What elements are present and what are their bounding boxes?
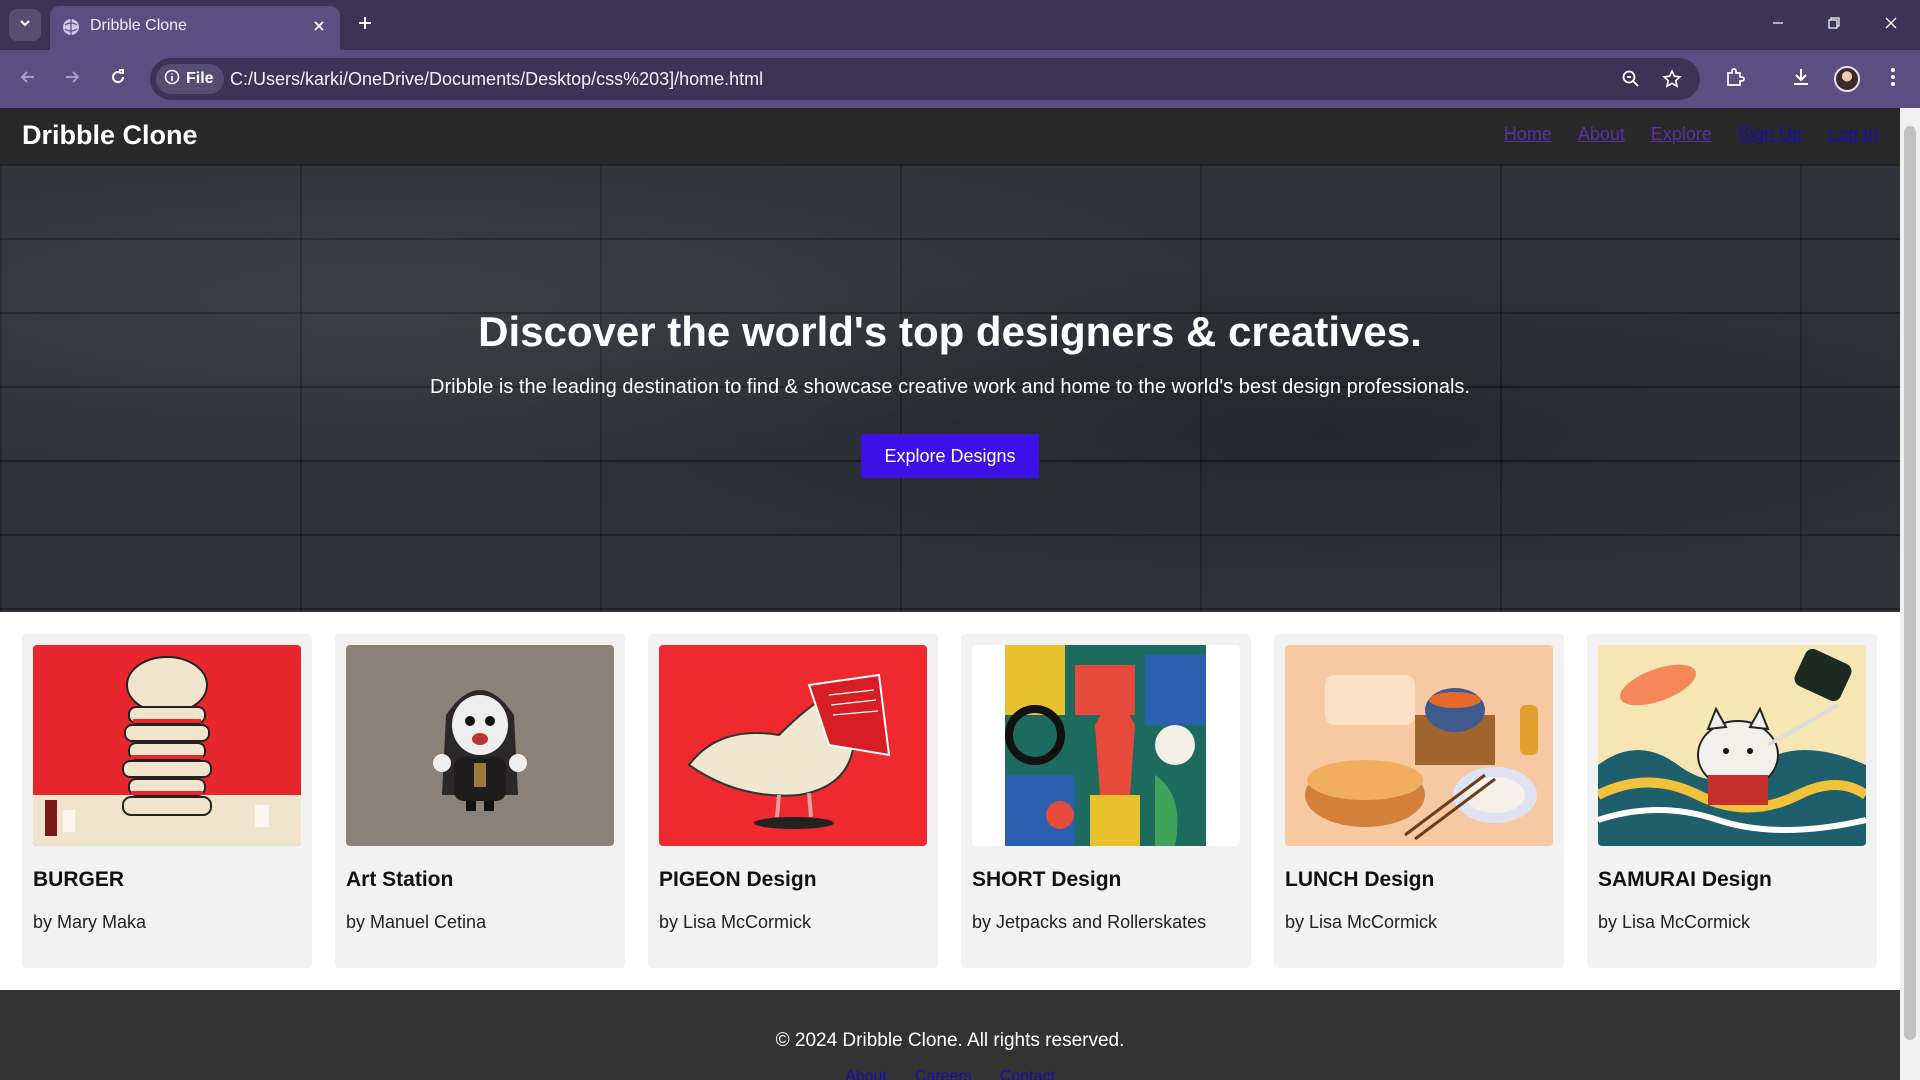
nav-link-explore[interactable]: Explore [1651,124,1712,145]
profile-avatar[interactable] [1834,66,1860,92]
download-icon [1790,66,1812,93]
globe-icon [62,18,80,36]
reload-button[interactable] [103,64,133,94]
star-icon[interactable] [1660,67,1684,91]
design-card[interactable]: LUNCH Design by Lisa McCormick [1274,634,1564,968]
page-viewport: Dribble Clone Home About Explore Sign Up… [0,108,1900,1080]
chevron-down-icon [18,16,32,35]
footer-links: About Careers Contact [0,1068,1900,1080]
nun-character-artwork[interactable] [346,645,614,846]
samurai-cat-artwork[interactable] [1598,645,1866,846]
hero-subtitle: Dribble is the leading destination to fi… [430,376,1470,398]
nav-link-home[interactable]: Home [1504,124,1552,145]
browser-menu-button[interactable] [1878,64,1908,94]
site-footer: © 2024 Dribble Clone. All rights reserve… [0,990,1900,1080]
puzzle-icon [1724,66,1746,93]
card-title[interactable]: Art Station [346,868,453,892]
restore-button[interactable] [1814,10,1854,40]
card-author: by Lisa McCormick [659,912,812,932]
nav-link-about[interactable]: About [1578,124,1625,145]
nav-link-signup[interactable]: Sign Up [1738,124,1802,145]
explore-designs-button[interactable]: Explore Designs [861,434,1039,478]
footer-link-contact[interactable]: Contact [1000,1068,1055,1080]
card-title[interactable]: PIGEON Design [659,868,817,892]
more-vertical-icon [1890,67,1896,92]
card-author: by Manuel Cetina [346,912,487,932]
design-card[interactable]: BURGER by Mary Maka [22,634,312,968]
close-window-button[interactable] [1871,10,1911,40]
card-title[interactable]: LUNCH Design [1285,868,1434,892]
design-card[interactable]: SAMURAI Design by Lisa McCormick [1587,634,1877,968]
file-chip-label: File [186,70,214,87]
tab-search-button[interactable] [9,9,41,41]
site-nav: Home About Explore Sign Up Log In [1504,124,1878,145]
extensions-button[interactable] [1720,64,1750,94]
footer-link-about[interactable]: About [845,1068,887,1080]
minimize-icon [1771,16,1785,35]
arrow-left-icon [19,68,37,91]
browser-tab-active[interactable]: Dribble Clone [50,6,340,50]
address-bar[interactable]: File C:/Users/karki/OneDrive/Documents/D… [150,58,1700,100]
back-button[interactable] [13,64,43,94]
close-tab-icon[interactable] [308,15,330,37]
burger-artwork[interactable] [33,645,301,846]
new-tab-button[interactable] [352,12,378,38]
card-title[interactable]: SAMURAI Design [1598,868,1772,892]
hero-title: Discover the world's top designers & cre… [478,308,1422,355]
design-card[interactable]: SHORT Design by Jetpacks and Rollerskate… [961,634,1251,968]
card-author: by Mary Maka [33,912,147,932]
minimize-button[interactable] [1758,10,1798,40]
design-card[interactable]: PIGEON Design by Lisa McCormick [648,634,938,968]
design-card[interactable]: Art Station by Manuel Cetina [335,634,625,968]
card-author: by Lisa McCormick [1285,912,1438,932]
card-author: by Lisa McCormick [1598,912,1751,932]
zoom-icon[interactable] [1619,67,1643,91]
browser-tab-bar: Dribble Clone [0,0,1920,50]
card-title[interactable]: SHORT Design [972,868,1121,892]
url-text[interactable]: C:/Users/karki/OneDrive/Documents/Deskto… [230,69,763,90]
nav-link-login[interactable]: Log In [1828,124,1878,145]
reload-icon [109,68,127,91]
scrollbar-thumb[interactable] [1904,126,1916,1040]
tab-title: Dribble Clone [90,17,187,34]
restore-icon [1827,16,1841,35]
close-icon [1884,16,1898,35]
abstract-pattern-artwork[interactable] [972,645,1240,846]
site-header: Dribble Clone Home About Explore Sign Up… [0,108,1900,164]
plus-icon [357,15,373,36]
footer-link-careers[interactable]: Careers [915,1068,972,1080]
hero-section: Discover the world's top designers & cre… [0,164,1900,612]
arrow-right-icon [63,68,81,91]
site-info-chip[interactable]: File [156,64,224,94]
downloads-button[interactable] [1786,64,1816,94]
card-author: by Jetpacks and Rollerskates [972,912,1207,932]
browser-toolbar: File C:/Users/karki/OneDrive/Documents/D… [0,50,1920,108]
pigeon-artwork[interactable] [659,645,927,846]
lunch-food-artwork[interactable] [1285,645,1553,846]
page-scrollbar[interactable] [1900,108,1920,1080]
copyright-text: © 2024 Dribble Clone. All rights reserve… [775,1030,1125,1051]
site-logo[interactable]: Dribble Clone [22,120,198,151]
info-icon [164,69,180,90]
card-title[interactable]: BURGER [33,868,124,892]
forward-button[interactable] [57,64,87,94]
